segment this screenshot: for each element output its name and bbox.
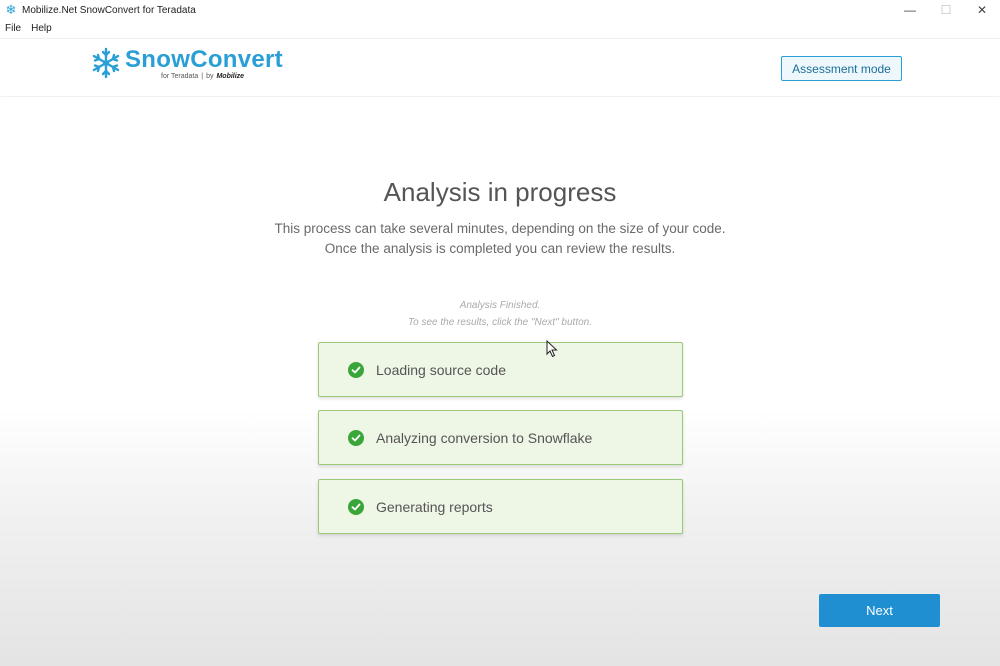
main-content: Analysis in progress This process can ta… xyxy=(0,97,1000,666)
page-title: Analysis in progress xyxy=(383,177,617,207)
logo-sub-separator: | xyxy=(201,73,204,80)
logo-name: SnowConvert xyxy=(125,46,283,73)
logo-subtitle: for Teradata | by Mobilize xyxy=(161,73,283,80)
menu-bar: File Help xyxy=(0,20,1000,36)
menu-file[interactable]: File xyxy=(0,23,26,34)
step-loading-source-code: Loading source code xyxy=(318,342,683,397)
assessment-mode-button[interactable]: Assessment mode xyxy=(781,56,902,81)
mobilize-brand: Mobilize xyxy=(216,73,245,80)
minimize-button[interactable]: — xyxy=(892,0,928,20)
title-bar: ❄ Mobilize.Net SnowConvert for Teradata … xyxy=(0,0,1000,20)
check-circle-icon xyxy=(348,429,364,446)
logo-sub-by: by xyxy=(206,73,214,80)
app-header: SnowConvert for Teradata | by Mobilize A… xyxy=(0,38,1000,96)
step-label: Generating reports xyxy=(376,498,493,515)
window-title: Mobilize.Net SnowConvert for Teradata xyxy=(22,4,196,16)
description-line-2: Once the analysis is completed you can r… xyxy=(324,241,676,256)
check-circle-icon xyxy=(348,361,364,378)
step-label: Analyzing conversion to Snowflake xyxy=(376,429,593,446)
snowflake-logo-icon xyxy=(92,47,120,79)
description-line-1: This process can take several minutes, d… xyxy=(274,221,726,236)
status-message-1: Analysis Finished. xyxy=(459,300,541,311)
next-button[interactable]: Next xyxy=(819,594,940,627)
window-controls: — ☐ ✕ xyxy=(892,0,1000,20)
check-circle-icon xyxy=(348,498,364,515)
snowconvert-logo: SnowConvert for Teradata | by Mobilize xyxy=(90,47,283,80)
mouse-cursor-icon xyxy=(546,340,558,358)
menu-help[interactable]: Help xyxy=(26,23,57,34)
step-generating-reports: Generating reports xyxy=(318,479,683,534)
step-label: Loading source code xyxy=(376,361,506,378)
maximize-button[interactable]: ☐ xyxy=(928,0,964,20)
step-analyzing-conversion: Analyzing conversion to Snowflake xyxy=(318,410,683,465)
status-message-2: To see the results, click the "Next" but… xyxy=(407,317,593,328)
snowflake-icon: ❄ xyxy=(5,2,17,17)
logo-sub-product: for Teradata xyxy=(161,73,199,80)
close-button[interactable]: ✕ xyxy=(964,0,1000,20)
